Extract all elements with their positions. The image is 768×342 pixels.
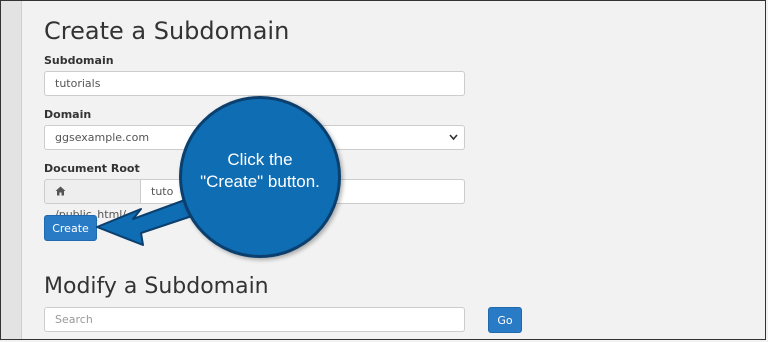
instruction-callout: Click the "Create" button. bbox=[179, 96, 341, 258]
page-frame: Create a Subdomain Subdomain tutorials D… bbox=[0, 0, 766, 340]
callout-line-1: Click the bbox=[227, 150, 293, 169]
callout-arrow bbox=[96, 196, 202, 246]
callout-line-2: "Create" button. bbox=[200, 172, 320, 191]
